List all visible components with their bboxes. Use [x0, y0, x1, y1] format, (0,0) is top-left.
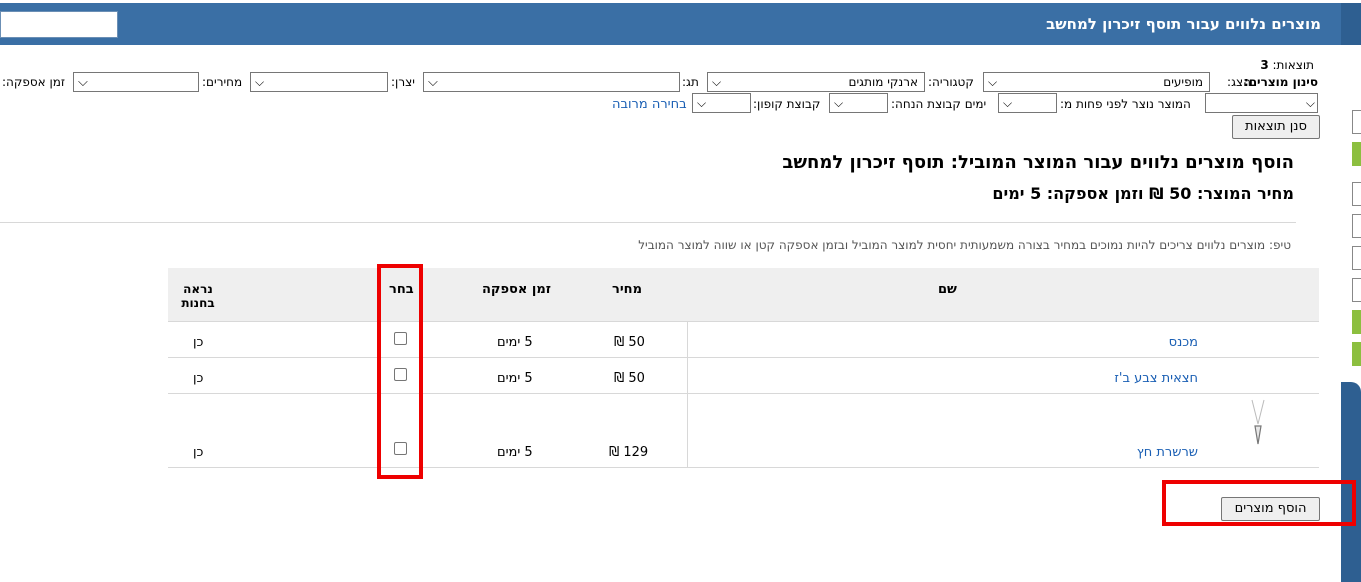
sidebar-tab[interactable]	[1352, 246, 1361, 270]
chevron-down-icon: ⌵	[255, 75, 265, 89]
price-cell: 50 ₪	[614, 371, 645, 386]
page-title: מוצרים נלווים עבור תוסף זיכרון למחשב	[1046, 15, 1321, 33]
sidebar-tab[interactable]	[1352, 182, 1361, 206]
prices-input[interactable]: ⌵	[73, 72, 199, 92]
price-cell: 50 ₪	[614, 335, 645, 350]
category-select[interactable]: ארנקי מותגים ⌵	[707, 72, 925, 92]
product-link[interactable]: שרשרת חץ	[1137, 445, 1198, 460]
maker-select[interactable]: ⌵	[250, 72, 388, 92]
discount-select[interactable]: ⌵	[829, 93, 888, 113]
row-divider	[168, 467, 1319, 468]
filter-button[interactable]: סנן תוצאות	[1232, 115, 1320, 139]
add-button-highlight	[1162, 480, 1356, 526]
delivery-cell: 5 ימים	[497, 445, 533, 460]
product-link[interactable]: חצאית צבע ב'ז	[1114, 371, 1198, 386]
results-label: תוצאות:	[1272, 58, 1315, 72]
table-header	[168, 268, 1319, 321]
coupon-select[interactable]: ⌵	[692, 93, 751, 113]
sidebar-tab-green[interactable]	[1352, 142, 1361, 166]
maker-label: יצרן:	[391, 75, 415, 89]
extra-select[interactable]: ⌵	[1205, 93, 1318, 113]
select-column-highlight	[377, 264, 423, 479]
results-count: תוצאות: 3	[1260, 58, 1314, 72]
row-divider	[168, 393, 1319, 394]
top-input[interactable]	[0, 11, 118, 38]
chevron-down-icon: ⌵	[988, 75, 998, 89]
col-delivery-header: זמן אספקה	[482, 282, 551, 297]
chevron-down-icon: ⌵	[834, 96, 844, 110]
created-select[interactable]: ⌵	[998, 93, 1057, 113]
visible-cell: כן	[193, 445, 204, 460]
price-cell: 129 ₪	[609, 445, 649, 460]
divider	[0, 222, 1296, 223]
section-heading: הוסף מוצרים נלווים עבור המוצר המוביל: תו…	[782, 152, 1294, 173]
display-label: הצג:	[1227, 75, 1251, 89]
display-select[interactable]: מופיעים ⌵	[983, 72, 1210, 92]
chevron-down-icon: ⌵	[712, 75, 722, 89]
row-divider	[168, 357, 1319, 358]
chevron-down-icon: ⌵	[78, 75, 88, 90]
discount-days-label: ימים קבוצת הנחה:	[891, 97, 987, 111]
tag-label: תג:	[682, 75, 699, 89]
section-subheading: מחיר המוצר: 50 ₪ וזמן אספקה: 5 ימים	[992, 184, 1294, 203]
column-divider	[687, 321, 688, 467]
col-price-header: מחיר	[612, 282, 642, 297]
col-visible-header: נראה בחנות	[181, 282, 215, 310]
sidebar-top-block	[1341, 3, 1361, 45]
coupon-label: קבוצת קופון:	[753, 97, 821, 111]
sidebar-tab[interactable]	[1352, 110, 1361, 134]
sidebar-tab-green[interactable]	[1352, 342, 1361, 366]
delivery-cell: 5 ימים	[497, 335, 533, 350]
chevron-down-icon: ⌵	[1305, 96, 1315, 110]
multi-select-link[interactable]: בחירה מרובה	[612, 97, 687, 112]
prices-label: מחירים:	[202, 75, 243, 89]
visible-cell: כן	[193, 371, 204, 386]
category-value: ארנקי מותגים	[848, 75, 918, 89]
results-value: 3	[1260, 58, 1269, 72]
created-label: המוצר נוצר לפני פחות מ:	[1060, 97, 1191, 111]
visible-cell: כן	[193, 335, 204, 350]
category-label: קטגוריה:	[928, 75, 974, 89]
chevron-down-icon: ⌵	[428, 75, 438, 90]
tag-input[interactable]: ⌵	[423, 72, 680, 92]
delivery-label: זמן אספקה:	[2, 75, 66, 89]
product-link[interactable]: מכנס	[1169, 335, 1198, 350]
sidebar-tab-green[interactable]	[1352, 310, 1361, 334]
sidebar-tab[interactable]	[1352, 278, 1361, 302]
chevron-down-icon: ⌵	[1003, 96, 1013, 110]
display-value: מופיעים	[1163, 75, 1203, 89]
delivery-cell: 5 ימים	[497, 371, 533, 386]
necklace-image	[1251, 399, 1265, 445]
tip-text: טיפ: מוצרים נלווים צריכים להיות נמוכים ב…	[638, 238, 1291, 252]
col-name-header: שם	[938, 282, 957, 297]
filter-label: סינון מוצרים:	[1243, 75, 1318, 89]
chevron-down-icon: ⌵	[697, 96, 707, 110]
row-divider	[168, 321, 1319, 322]
title-bar: מוצרים נלווים עבור תוסף זיכרון למחשב	[0, 3, 1341, 45]
sidebar-tab[interactable]	[1352, 214, 1361, 238]
